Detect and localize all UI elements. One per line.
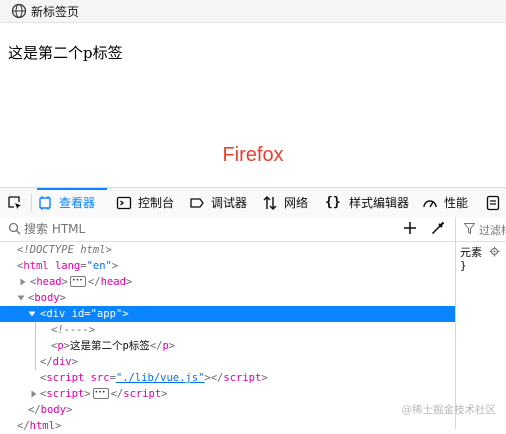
html-tag-name: html (23, 260, 49, 272)
firefox-label: Firefox (222, 144, 284, 166)
collapse-arrow-icon[interactable] (28, 310, 36, 318)
gear-icon[interactable] (489, 246, 500, 257)
body-close-tag-name: body (40, 404, 66, 416)
inspector-icon (39, 195, 51, 210)
tab-style-editor-label: 样式编辑器 (349, 196, 410, 210)
tab-performance-label: 性能 (444, 196, 469, 210)
head-tag-name: head (36, 276, 62, 288)
tree-row-html[interactable]: <html lang="en"> (0, 258, 455, 274)
html-attr-name: lang (54, 260, 81, 272)
tab-console[interactable]: 控制台 (116, 188, 174, 217)
toolbar-separator (31, 194, 32, 211)
tree-row-doctype[interactable]: <!DOCTYPE html> (0, 242, 455, 258)
expand-arrow-icon[interactable] (19, 278, 27, 286)
collapse-arrow-icon[interactable] (17, 294, 25, 302)
tab-console-label: 控制台 (138, 196, 175, 210)
browser-tab-strip: 新标签页 (0, 0, 506, 23)
filter-icon (464, 223, 475, 235)
html-attr-value: "en" (86, 260, 112, 272)
eyedropper-icon[interactable] (430, 220, 446, 236)
div-tag-name: div (46, 308, 66, 320)
performance-icon (423, 199, 437, 207)
tab-debugger-label: 调试器 (211, 196, 248, 210)
tab-network-label: 网络 (284, 196, 309, 210)
tab-inspector[interactable]: 查看器 (37, 188, 107, 217)
tab-performance[interactable]: 性能 (422, 188, 468, 217)
tab-debugger[interactable]: 调试器 (189, 188, 247, 217)
add-node-icon[interactable] (402, 220, 418, 236)
rules-panel: 过滤样式 元素 } (456, 217, 506, 429)
script-src-link[interactable]: "./lib/vue.js" (116, 372, 205, 384)
rule-closing-brace: } (460, 259, 467, 272)
style-editor-icon: {} (325, 194, 341, 210)
div-attr-value: "app" (90, 308, 123, 320)
tab-style-editor[interactable]: {} 样式编辑器 (325, 188, 409, 217)
head-close-tag-name: head (100, 276, 126, 288)
script2-close-tag-name: script (123, 388, 162, 400)
comment-node: <!----> (51, 324, 96, 336)
doctype-text: <!DOCTYPE html> (17, 244, 112, 256)
expand-arrow-icon[interactable] (30, 390, 38, 398)
tree-row-script-inline[interactable]: <script></script> (0, 385, 455, 402)
body-tag-name: body (34, 292, 60, 304)
browser-tab-title[interactable]: 新标签页 (31, 3, 79, 20)
tab-inspector-label: 查看器 (59, 196, 96, 210)
element-picker-icon[interactable] (7, 195, 23, 211)
search-icon (8, 222, 21, 235)
collapsed-content-icon[interactable] (92, 385, 109, 401)
more-tools-icon[interactable] (486, 195, 500, 211)
script2-tag-name: script (46, 388, 85, 400)
globe-icon (11, 3, 27, 19)
tree-row-p[interactable]: <p>这是第二个p标签</p> (0, 338, 455, 354)
tree-row-comment[interactable]: <!----> (0, 322, 455, 338)
devtools-toolbar: 查看器 控制台 调试器 网络 {} 样式编辑器 性能 (0, 187, 506, 218)
network-icon (263, 195, 277, 210)
tree-row-script-src[interactable]: <script src="./lib/vue.js"></script> (0, 370, 455, 386)
script-close-tag-name: script (223, 372, 262, 384)
tree-row-html-close[interactable]: </html> (0, 418, 455, 434)
tree-row-div-app-selected[interactable]: <div id="app"> (0, 306, 455, 322)
filter-styles-placeholder: 过滤样式 (479, 224, 506, 237)
page-paragraph: 这是第二个p标签 (8, 44, 123, 62)
debugger-icon (190, 197, 204, 208)
tab-network[interactable]: 网络 (262, 188, 308, 217)
div-attr-name: id (71, 308, 85, 320)
collapsed-content-icon[interactable] (69, 273, 86, 289)
div-close-tag-name: div (52, 356, 72, 368)
tree-row-body[interactable]: <body> (0, 290, 455, 306)
script-tag-name: script (46, 372, 85, 384)
tree-row-head[interactable]: <head></head> (0, 273, 455, 290)
p-text-content: 这是第二个p标签 (69, 340, 150, 352)
tree-row-div-close[interactable]: </div> (0, 354, 455, 370)
tree-row-body-close[interactable]: </body> (0, 402, 455, 418)
watermark: @稀土掘金技术社区 (401, 404, 497, 416)
element-rule-label: 元素 (460, 246, 482, 259)
console-icon (116, 196, 132, 209)
script-attr-name: src (90, 372, 110, 384)
filter-styles-bar[interactable]: 过滤样式 (456, 217, 506, 242)
search-html-input[interactable] (22, 219, 386, 239)
markup-search-bar (0, 217, 455, 242)
html-close-tag-name: html (29, 420, 55, 432)
web-page-content: 这是第二个p标签 Firefox (0, 23, 506, 187)
